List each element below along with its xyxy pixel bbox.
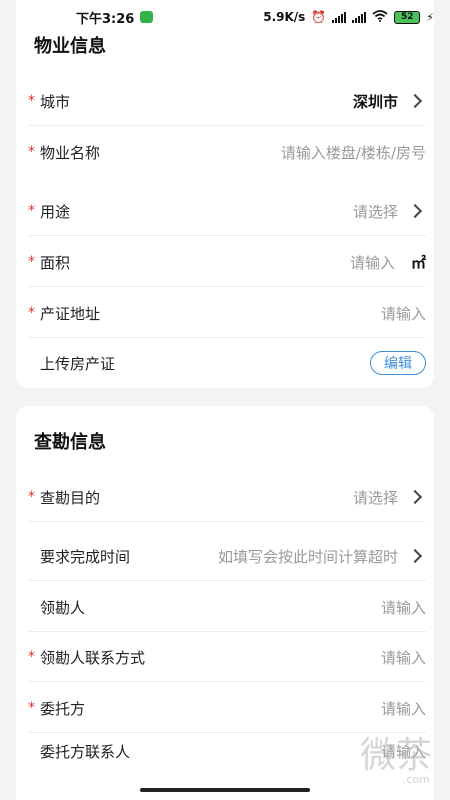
status-time: 下午3:26 <box>76 11 135 27</box>
row-usage[interactable]: * 用途 请选择 <box>28 186 426 236</box>
required-mark: * <box>28 305 35 321</box>
signal-icon-2 <box>352 11 367 23</box>
guide-label: 领勘人 <box>40 598 86 617</box>
wechat-notification-icon <box>140 11 154 23</box>
charging-icon: ⚡ <box>426 10 434 24</box>
guide-input[interactable]: 请输入 <box>381 597 426 618</box>
deadline-label: 要求完成时间 <box>40 547 131 566</box>
city-label-wrap: * 城市 <box>28 91 70 112</box>
property-name-placeholder: 请输入楼盘/楼栋/房号 <box>280 143 426 162</box>
deed-address-placeholder: 请输入 <box>380 304 426 323</box>
usage-label-wrap: * 用途 <box>28 201 70 222</box>
watermark-logo: 微茶 <box>359 735 432 776</box>
guide-contact-label: 领勘人联系方式 <box>40 648 146 667</box>
chevron-right-icon <box>407 548 423 564</box>
deed-address-label: 产证地址 <box>40 304 101 323</box>
property-info-card: 物业信息 * 城市 深圳市 * 物业名称 请输入楼盘/楼栋/房号 * 用途 请选… <box>16 0 434 388</box>
home-indicator[interactable] <box>140 788 310 792</box>
client-placeholder: 请输入 <box>380 699 426 718</box>
deadline-select[interactable]: 如填写会按此时间计算超时 <box>218 546 426 567</box>
row-area[interactable]: * 面积 请输入 ㎡ <box>28 237 426 287</box>
status-left: 下午3:26 <box>76 8 154 27</box>
edit-button[interactable]: 编辑 <box>370 351 426 375</box>
required-mark: * <box>28 700 35 716</box>
guide-label-wrap: 领勘人 <box>28 597 85 618</box>
signal-icon <box>332 11 347 23</box>
city-value-wrap[interactable]: 深圳市 <box>353 91 426 112</box>
upload-deed-label-wrap: 上传房产证 <box>28 353 115 374</box>
battery-icon: 52 <box>394 10 421 24</box>
upload-deed-label: 上传房产证 <box>40 354 116 373</box>
usage-select[interactable]: 请选择 <box>353 201 426 222</box>
city-label: 城市 <box>40 92 71 111</box>
guide-placeholder: 请输入 <box>380 598 426 617</box>
guide-contact-label-wrap: * 领勘人联系方式 <box>28 647 145 668</box>
wifi-icon <box>372 9 388 25</box>
deadline-label-wrap: 要求完成时间 <box>28 546 130 567</box>
guide-contact-placeholder: 请输入 <box>380 648 426 667</box>
row-guide-contact[interactable]: * 领勘人联系方式 请输入 <box>28 632 426 682</box>
chevron-right-icon <box>407 203 423 219</box>
area-unit: ㎡ <box>410 253 426 272</box>
city-value: 深圳市 <box>352 92 398 111</box>
area-placeholder: 请输入 <box>349 253 395 272</box>
area-label: 面积 <box>40 253 71 272</box>
client-contact-label: 委托方联系人 <box>40 742 131 761</box>
deed-address-label-wrap: * 产证地址 <box>28 303 100 324</box>
row-property-name[interactable]: * 物业名称 请输入楼盘/楼栋/房号 <box>28 127 426 177</box>
property-name-label: 物业名称 <box>40 143 101 162</box>
row-deed-address[interactable]: * 产证地址 请输入 <box>28 288 426 338</box>
alarm-icon: ⏰ <box>311 10 327 24</box>
net-speed: 5.9K/s <box>263 10 306 24</box>
area-input[interactable]: 请输入 ㎡ <box>350 252 426 273</box>
required-mark: * <box>28 649 35 665</box>
client-label-wrap: * 委托方 <box>28 698 85 719</box>
row-guide[interactable]: 领勘人 请输入 <box>28 582 426 632</box>
client-contact-label-wrap: 委托方联系人 <box>28 741 130 762</box>
chevron-right-icon <box>407 93 423 109</box>
survey-purpose-label-wrap: * 查勘目的 <box>28 487 100 508</box>
survey-purpose-select[interactable]: 请选择 <box>353 487 426 508</box>
watermark-sub: .com <box>403 773 430 786</box>
required-mark: * <box>28 144 35 160</box>
survey-purpose-label: 查勘目的 <box>40 488 101 507</box>
row-survey-purpose[interactable]: * 查勘目的 请选择 <box>28 472 426 522</box>
required-mark: * <box>28 93 35 109</box>
area-label-wrap: * 面积 <box>28 252 70 273</box>
chevron-right-icon <box>407 489 423 505</box>
status-bar: 下午3:26 5.9K/s ⏰ 52 ⚡ <box>0 0 450 34</box>
usage-label: 用途 <box>40 202 71 221</box>
guide-contact-input[interactable]: 请输入 <box>381 647 426 668</box>
survey-purpose-placeholder: 请选择 <box>352 488 398 507</box>
row-deadline[interactable]: 要求完成时间 如填写会按此时间计算超时 <box>28 531 426 581</box>
row-city[interactable]: * 城市 深圳市 <box>28 76 426 126</box>
survey-section-title: 查勘信息 <box>34 432 106 453</box>
required-mark: * <box>28 489 35 505</box>
required-mark: * <box>28 254 35 270</box>
property-name-input[interactable]: 请输入楼盘/楼栋/房号 <box>281 142 426 163</box>
client-label: 委托方 <box>40 699 86 718</box>
required-mark: * <box>28 203 35 219</box>
property-section-title: 物业信息 <box>34 36 106 57</box>
property-name-label-wrap: * 物业名称 <box>28 142 100 163</box>
usage-placeholder: 请选择 <box>352 202 398 221</box>
deed-address-input[interactable]: 请输入 <box>381 303 426 324</box>
status-right: 5.9K/s ⏰ 52 ⚡ <box>263 9 434 25</box>
deadline-placeholder: 如填写会按此时间计算超时 <box>217 547 398 566</box>
row-upload-deed: 上传房产证 编辑 <box>28 338 426 388</box>
client-input[interactable]: 请输入 <box>381 698 426 719</box>
